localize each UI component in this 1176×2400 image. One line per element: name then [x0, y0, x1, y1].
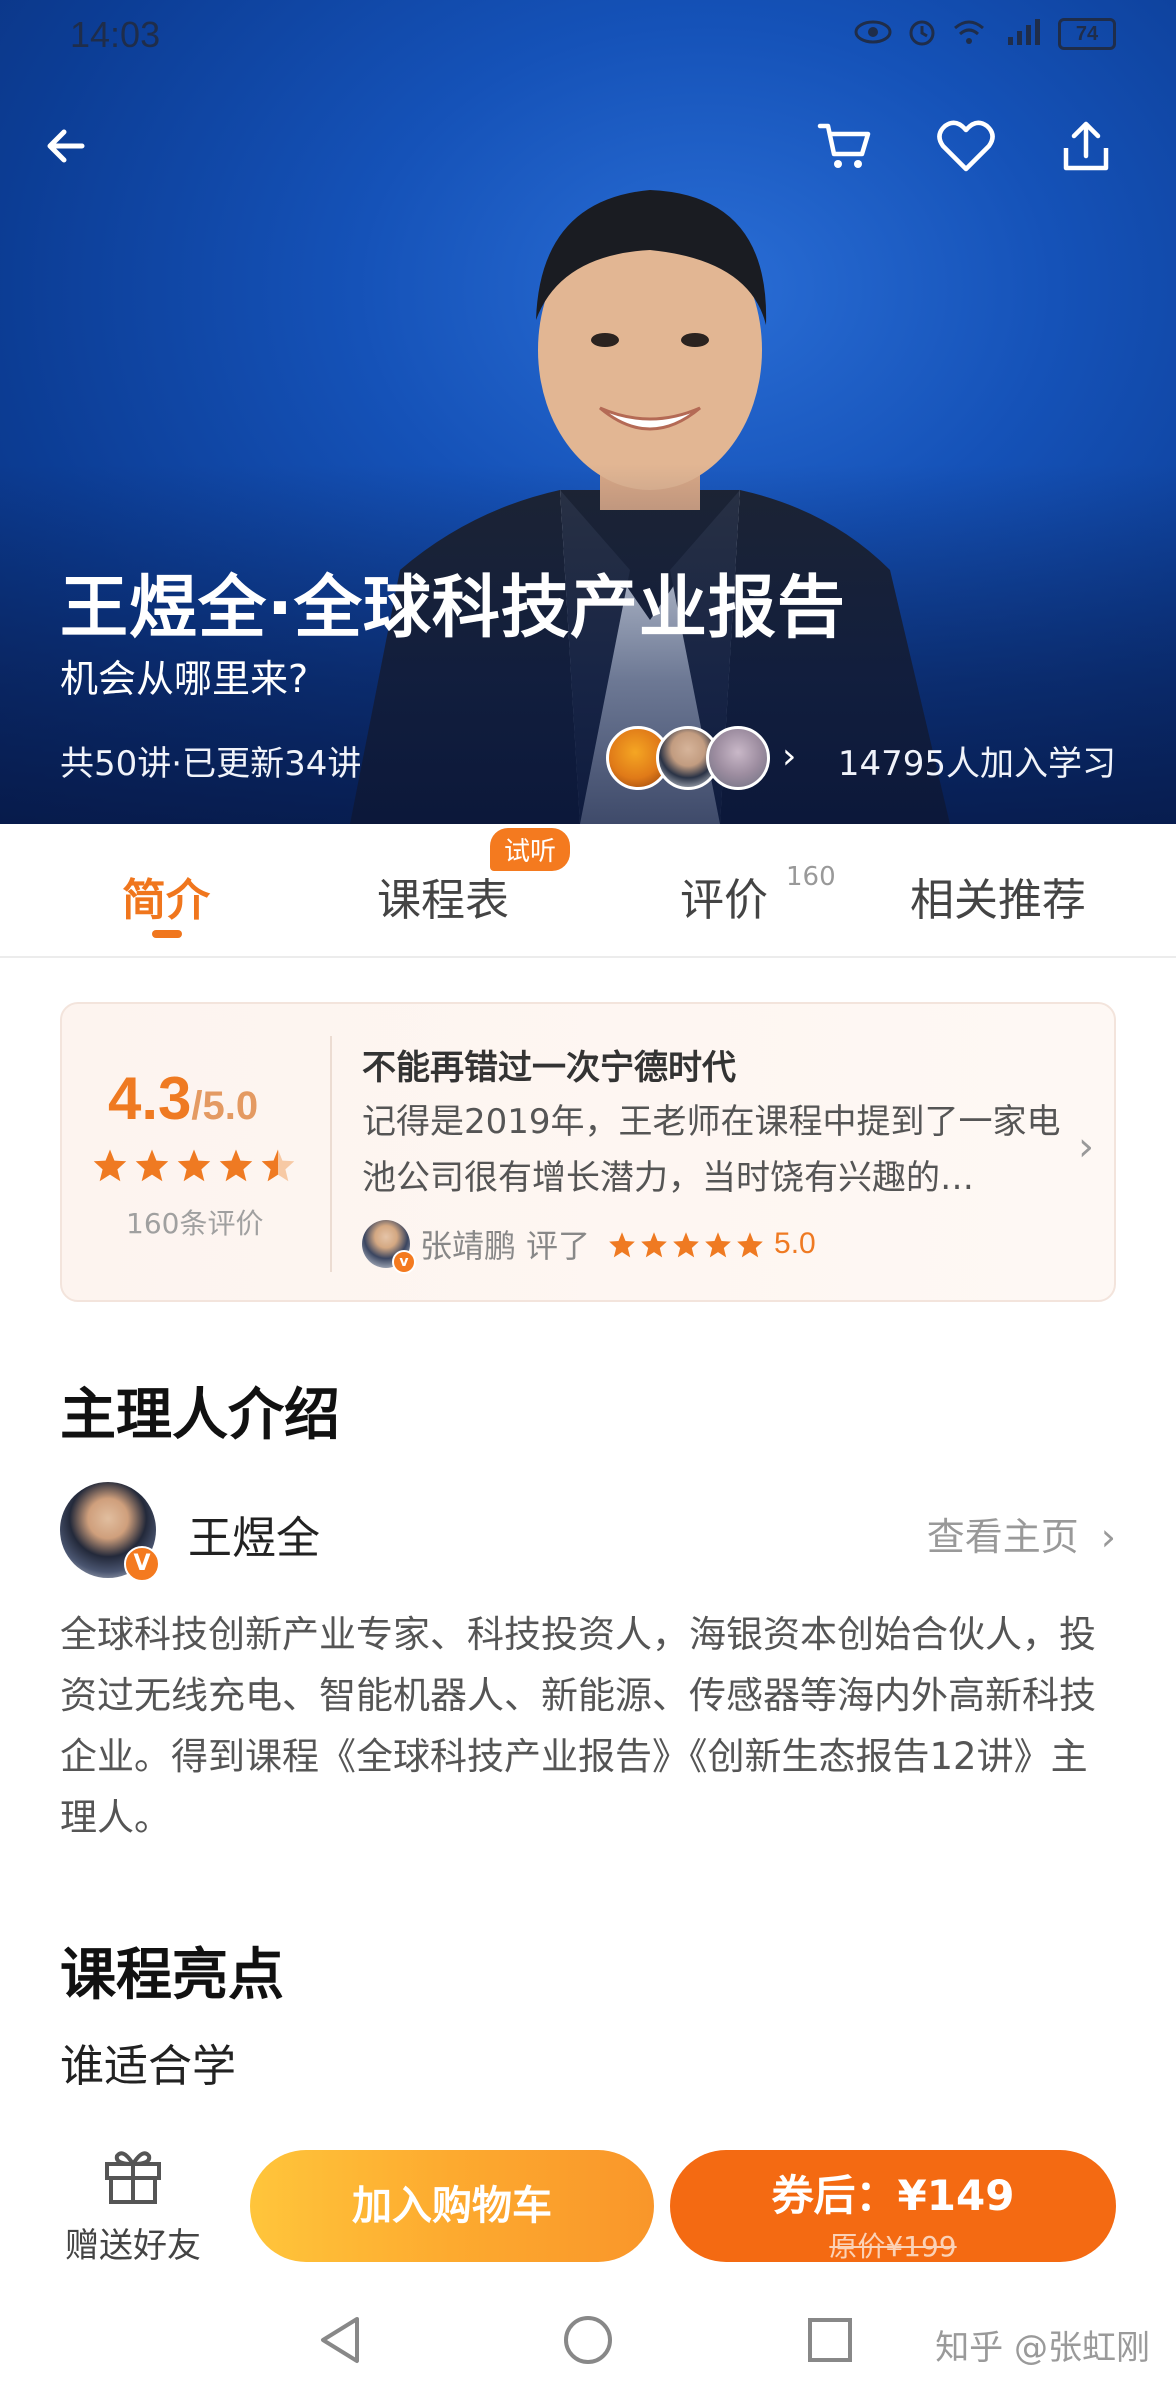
host-section-title: 主理人介绍	[60, 1383, 340, 1448]
trial-badge: 试听	[490, 828, 571, 871]
rating-stars	[92, 1148, 296, 1182]
review-user-name: 张靖鹏	[420, 1227, 517, 1265]
star-icon	[135, 1149, 169, 1182]
watermark: 知乎 @张虹刚	[935, 2328, 1150, 2368]
review-action: 评了	[526, 1227, 591, 1265]
tab-intro[interactable]: 简介	[122, 864, 210, 928]
view-profile-link[interactable]: 查看主页 ›	[927, 1506, 1116, 1561]
chevron-right-icon: ›	[782, 736, 797, 777]
star-icon	[641, 1231, 667, 1257]
review-stars	[608, 1231, 764, 1258]
alarm-icon	[906, 16, 938, 52]
star-icon	[219, 1149, 253, 1182]
star-icon	[737, 1231, 763, 1257]
heart-icon[interactable]	[930, 110, 1002, 182]
star-icon	[177, 1149, 211, 1182]
original-price: 原价¥199	[829, 2230, 957, 2263]
avatar: v	[362, 1220, 416, 1274]
cart-icon[interactable]	[808, 110, 880, 182]
star-icon	[93, 1149, 127, 1182]
5g-signal-icon	[1000, 17, 1044, 51]
verified-badge-icon: v	[392, 1250, 416, 1274]
tab-syllabus[interactable]: 课程表	[377, 864, 509, 928]
chevron-right-icon[interactable]: ›	[1078, 1124, 1094, 1170]
learner-count[interactable]: 14795人加入学习	[838, 736, 1116, 785]
review-count-badge: 160	[786, 862, 836, 892]
nav-back-icon[interactable]	[310, 2310, 370, 2370]
half-star-icon	[261, 1149, 295, 1182]
rating-score: 4.3/5.0	[108, 1065, 259, 1132]
nav-home-icon[interactable]	[558, 2310, 618, 2370]
star-icon	[705, 1231, 731, 1257]
coupon-price: 券后：¥149	[771, 2171, 1015, 2220]
course-title: 王煜全·全球科技产业报告	[60, 569, 846, 648]
avatar	[706, 726, 770, 790]
tab-reviews[interactable]: 评价	[680, 864, 768, 928]
active-tab-indicator	[152, 930, 182, 938]
status-bar: 14:03 74	[0, 0, 1176, 72]
host-description: 全球科技创新产业专家、科技投资人，海银资本创始合伙人，投资过无线充电、智能机器人…	[60, 1613, 1096, 1839]
lecture-info: 共50讲·已更新34讲	[60, 744, 362, 784]
highlights-section-title: 课程亮点	[60, 1943, 284, 2008]
learner-avatars[interactable]: ›	[606, 726, 796, 790]
tab-bar: 简介 课程表 试听 评价 160 相关推荐	[0, 824, 1176, 958]
battery-icon: 74	[1058, 18, 1116, 50]
audience-subtitle: 谁适合学	[60, 2041, 236, 2092]
eye-icon	[854, 19, 892, 49]
star-icon	[673, 1231, 699, 1257]
course-hero: 14:03 74 王煜全·全球科技产业报告 机会从哪里来? 共50讲·已更新34…	[0, 0, 1176, 824]
review-score: 5.0	[774, 1227, 816, 1260]
share-icon[interactable]	[1050, 110, 1122, 182]
course-subtitle: 机会从哪里来?	[60, 657, 309, 701]
host-name: 王煜全	[188, 1513, 320, 1564]
gift-friend-button[interactable]: 赠送好友	[58, 2144, 208, 2267]
status-time: 14:03	[70, 14, 161, 55]
review-author: v 张靖鹏 评了 5.0	[362, 1220, 816, 1274]
host-row[interactable]: V 王煜全 查看主页 ›	[60, 1482, 1116, 1582]
nav-recents-icon[interactable]	[800, 2310, 860, 2370]
gift-icon	[105, 2151, 161, 2204]
verified-badge-icon: V	[124, 1546, 160, 1582]
review-title: 不能再错过一次宁德时代	[362, 1048, 736, 1088]
wifi-icon	[952, 18, 986, 50]
chevron-right-icon: ›	[1100, 1515, 1116, 1559]
purchase-bar: 赠送好友 加入购物车 券后：¥149 原价¥199	[0, 2130, 1176, 2280]
tab-recommendations[interactable]: 相关推荐	[910, 864, 1086, 928]
star-icon	[609, 1231, 635, 1257]
back-arrow-icon[interactable]	[30, 110, 102, 182]
rating-card[interactable]: 4.3/5.0 160条评价 不能再错过一次宁德时代 记得是2019年，王老师在…	[60, 1002, 1116, 1302]
add-to-cart-button[interactable]: 加入购物车	[250, 2150, 654, 2262]
review-body: 记得是2019年，王老师在课程中提到了一家电池公司很有增长潜力，当时饶有兴趣的…	[362, 1102, 1061, 1198]
host-avatar[interactable]: V	[60, 1482, 160, 1582]
rating-count: 160条评价	[126, 1207, 264, 1240]
buy-now-button[interactable]: 券后：¥149 原价¥199	[670, 2150, 1116, 2263]
system-nav-bar: 知乎 @张虹刚	[0, 2280, 1176, 2400]
